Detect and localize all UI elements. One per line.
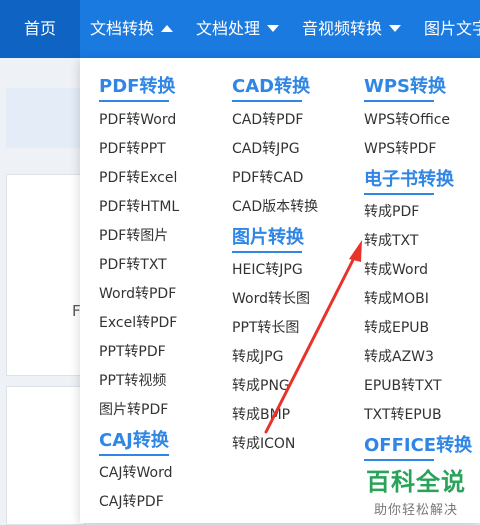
link-ppt-to-pdf[interactable]: PPT转PDF [99,341,166,361]
link-ebook-to-pdf[interactable]: 转成PDF [364,201,419,221]
category-wps-title[interactable]: WPS转换 [364,72,446,98]
link-cad-to-jpg[interactable]: CAD转JPG [232,138,300,158]
link-pdf-to-image[interactable]: PDF转图片 [99,225,168,245]
link-pdf-to-html[interactable]: PDF转HTML [99,196,179,216]
background-card [6,386,86,525]
category-underline [364,459,434,461]
link-pdf-to-ppt[interactable]: PDF转PPT [99,138,166,158]
category-underline [99,454,169,456]
caret-down-icon [267,25,280,32]
nav-av-convert-label: 音视频转换 [302,19,383,38]
link-image-to-pdf[interactable]: 图片转PDF [99,399,168,419]
link-cad-version-convert[interactable]: CAD版本转换 [232,196,318,216]
category-image-title[interactable]: 图片转换 [232,223,304,249]
link-epub-to-txt[interactable]: EPUB转TXT [364,375,442,395]
link-ebook-to-epub[interactable]: 转成EPUB [364,317,429,337]
category-underline [99,100,169,102]
link-wps-to-office[interactable]: WPS转Office [364,109,450,129]
link-ebook-to-mobi[interactable]: 转成MOBI [364,288,429,308]
link-ppt-to-long-image[interactable]: PPT转长图 [232,317,299,337]
nav-doc-convert-label: 文档转换 [90,19,155,38]
background-banner [6,88,84,148]
category-ebook-title[interactable]: 电子书转换 [364,165,454,191]
category-caj-title[interactable]: CAJ转换 [99,426,169,452]
watermark: 百科全说 助你轻松解决 [366,462,466,518]
link-heic-to-jpg[interactable]: HEIC转JPG [232,259,303,279]
category-underline [364,100,434,102]
category-underline [232,251,302,253]
caret-up-icon [161,24,174,32]
nav-doc-process[interactable]: 文档处理 [196,0,280,58]
link-pdf-to-word[interactable]: PDF转Word [99,109,176,129]
link-cad-to-pdf[interactable]: CAD转PDF [232,109,303,129]
watermark-title: 百科全说 [366,468,466,496]
link-pdf-to-cad[interactable]: PDF转CAD [232,167,303,187]
link-word-to-long-image[interactable]: Word转长图 [232,288,310,308]
category-cad-title[interactable]: CAD转换 [232,72,310,98]
link-to-png[interactable]: 转成PNG [232,375,290,395]
link-wps-to-pdf[interactable]: WPS转PDF [364,138,436,158]
nav-image-text[interactable]: 图片文字 [424,0,480,58]
nav-doc-convert[interactable]: 文档转换 [90,0,174,58]
nav-av-convert[interactable]: 音视频转换 [302,0,402,58]
category-underline [232,100,302,102]
link-txt-to-epub[interactable]: TXT转EPUB [364,404,442,424]
link-to-bmp[interactable]: 转成BMP [232,404,290,424]
doc-convert-dropdown: PDF转换 PDF转Word PDF转PPT PDF转Excel PDF转HTM… [80,58,480,523]
link-pdf-to-txt[interactable]: PDF转TXT [99,254,167,274]
caret-down-icon [389,25,402,32]
watermark-subtitle: 助你轻松解决 [373,503,458,518]
link-ebook-to-word[interactable]: 转成Word [364,259,428,279]
link-ebook-to-txt[interactable]: 转成TXT [364,230,418,250]
category-office-title[interactable]: OFFICE转换 [364,431,472,457]
link-excel-to-pdf[interactable]: Excel转PDF [99,312,177,332]
link-ppt-to-video[interactable]: PPT转视频 [99,370,166,390]
link-to-icon[interactable]: 转成ICON [232,433,295,453]
nav-doc-process-label: 文档处理 [196,19,261,38]
link-caj-to-pdf[interactable]: CAJ转PDF [99,491,164,511]
link-ebook-to-azw3[interactable]: 转成AZW3 [364,346,434,366]
top-navbar: 首页 文档转换 文档处理 音视频转换 图片文字 [0,0,480,58]
category-pdf-title[interactable]: PDF转换 [99,72,175,98]
link-caj-to-word[interactable]: CAJ转Word [99,462,172,482]
category-underline [364,193,434,195]
nav-home[interactable]: 首页 [0,0,80,58]
link-to-jpg[interactable]: 转成JPG [232,346,283,366]
link-pdf-to-excel[interactable]: PDF转Excel [99,167,177,187]
background-card [6,174,86,376]
link-word-to-pdf[interactable]: Word转PDF [99,283,176,303]
